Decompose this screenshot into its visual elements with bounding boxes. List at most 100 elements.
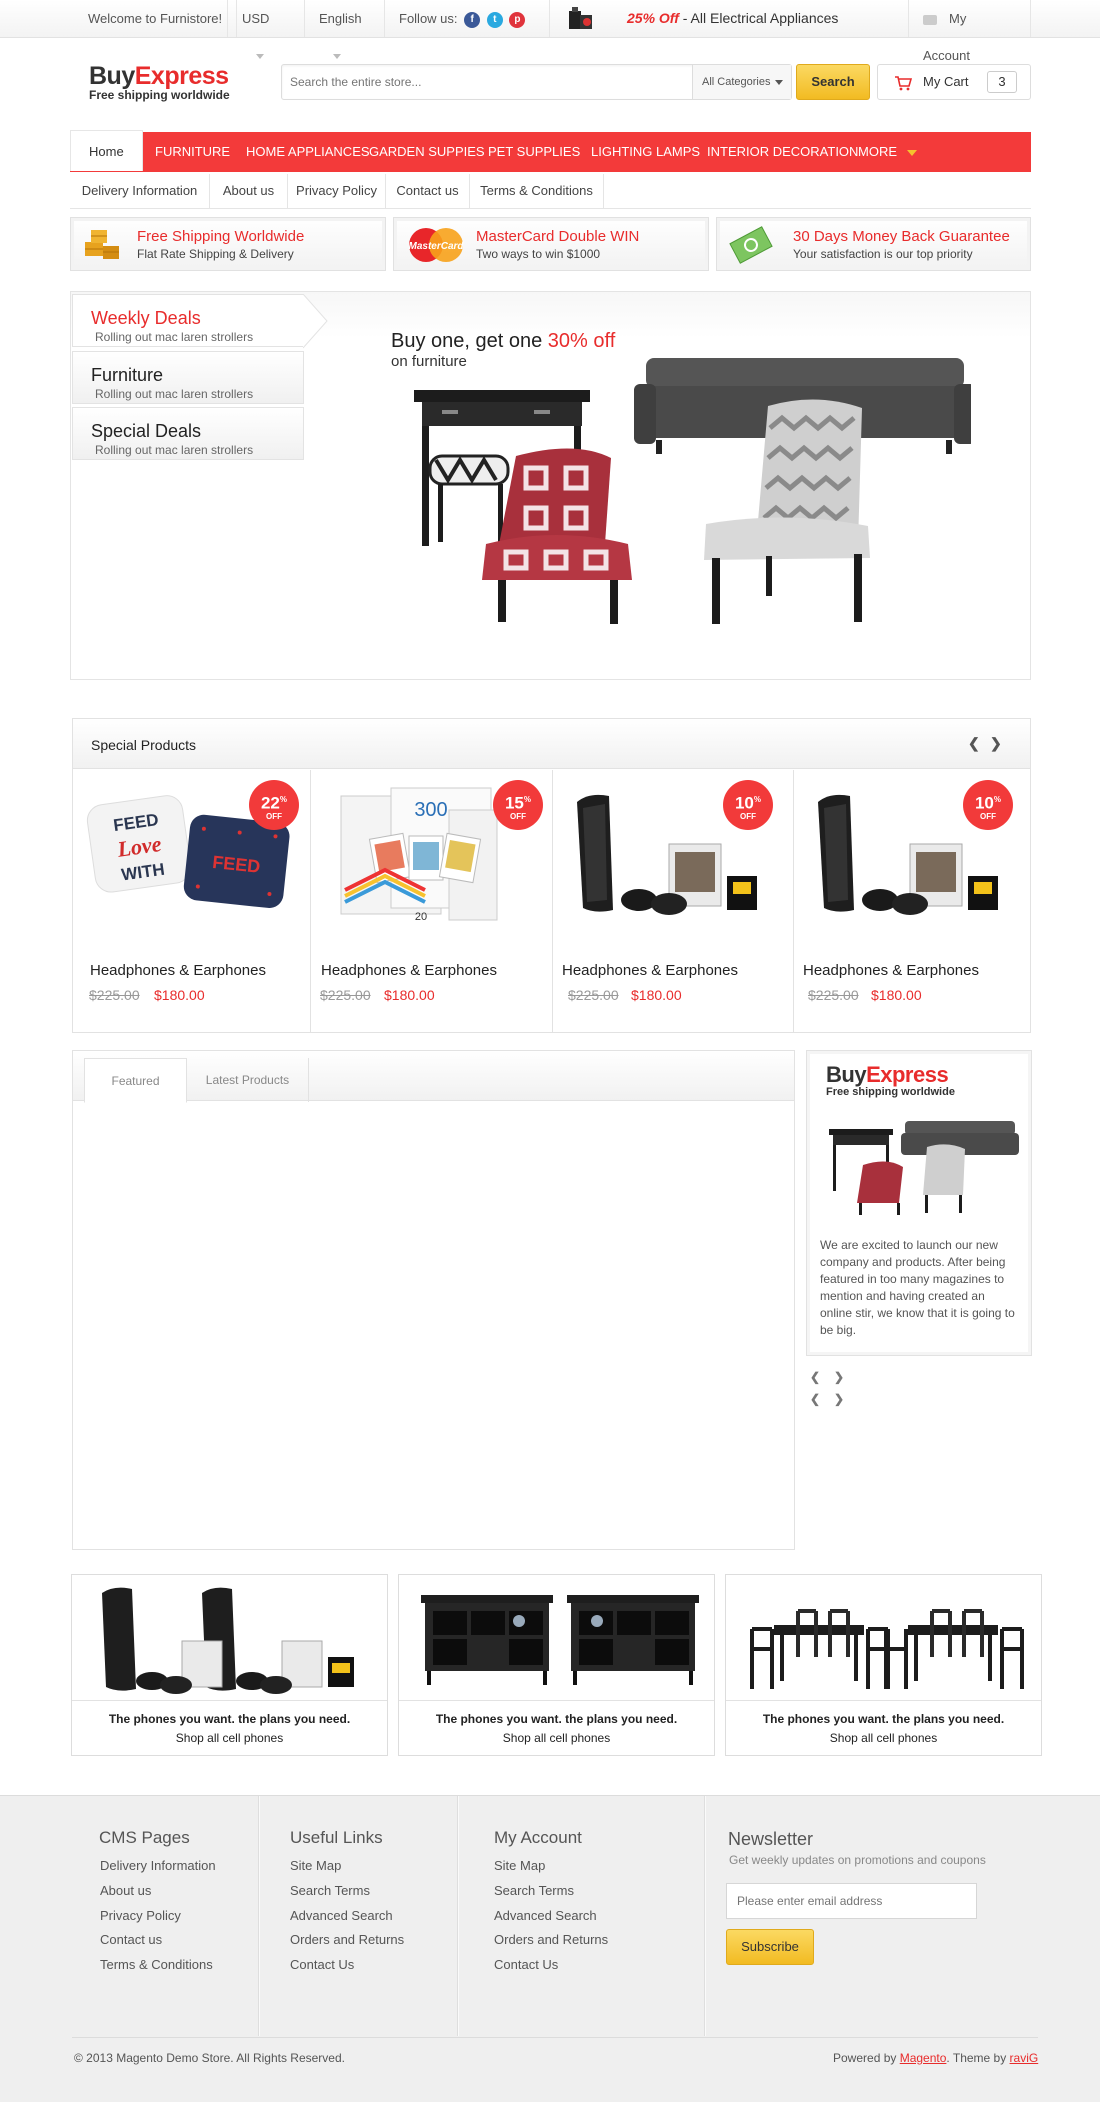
main-nav: Home FURNITURE HOME APPLIANCES GARDEN SU…	[70, 130, 1031, 172]
subnav-about[interactable]: About us	[210, 174, 288, 208]
feature-title: Free Shipping Worldwide	[137, 228, 305, 245]
promo-text[interactable]: 25% Off - All Electrical Appliances	[627, 10, 838, 26]
magento-link[interactable]: Magento	[900, 2051, 947, 2065]
logo-express: Express	[134, 62, 229, 90]
discount-badge: 22% OFF	[249, 780, 299, 830]
footer-link[interactable]: Contact Us	[494, 1957, 558, 1972]
footer-link[interactable]: Advanced Search	[494, 1908, 597, 1923]
footer-link[interactable]: Search Terms	[290, 1883, 370, 1898]
product-card[interactable]: 10% OFF Headphones & Earphones $225.00 $1…	[553, 770, 794, 1032]
tab-latest-products[interactable]: Latest Products	[187, 1058, 309, 1102]
slider-tab-title: Furniture	[91, 365, 164, 385]
currency-select[interactable]: USD	[227, 0, 305, 60]
subscribe-button[interactable]: Subscribe	[726, 1929, 814, 1965]
banner-link[interactable]: Shop all cell phones	[726, 1731, 1041, 1745]
discount-off: OFF	[510, 811, 526, 821]
widget-text: We are excited to launch our new company…	[820, 1238, 1015, 1337]
footer-link[interactable]: Site Map	[494, 1858, 545, 1873]
footer-useful-title: Useful Links	[290, 1828, 383, 1847]
facebook-icon[interactable]: f	[464, 11, 481, 28]
footer-divider	[704, 1796, 706, 2036]
author-link[interactable]: raviG	[1010, 2051, 1039, 2065]
nav-interior-decoration[interactable]: INTERIOR DECORATION	[707, 132, 858, 172]
svg-text:300: 300	[414, 799, 447, 821]
cart-label: My Cart	[923, 74, 969, 89]
logo[interactable]: BuyExpress	[89, 62, 229, 91]
discount-value: 10	[974, 793, 994, 813]
newsletter-email-input[interactable]	[726, 1883, 977, 1919]
nav-furniture[interactable]: FURNITURE	[155, 132, 230, 172]
product-card[interactable]: FEED Love WITH FEED 22% OFF Headphones & Ea…	[73, 770, 311, 1032]
prev-arrow-icon[interactable]: ❮	[810, 1392, 820, 1406]
search-button[interactable]: Search	[796, 64, 870, 100]
banner-title: The phones you want. the plans you need.	[108, 1712, 351, 1726]
pinterest-icon[interactable]: p	[509, 11, 526, 28]
footer-link[interactable]: Advanced Search	[290, 1908, 393, 1923]
banner-image	[421, 1595, 699, 1685]
next-arrow-icon[interactable]: ❯	[834, 1370, 844, 1384]
twitter-icon[interactable]: t	[486, 11, 503, 28]
nav-garden-supplies[interactable]: GARDEN SUPPIES	[369, 132, 485, 172]
subnav-delivery[interactable]: Delivery Information	[70, 174, 210, 208]
slider-tab-weekly-deals[interactable]: Weekly Deals Rolling out mac laren strol…	[72, 294, 304, 347]
slider-tab-furniture[interactable]: Furniture Rolling out mac laren stroller…	[72, 351, 304, 404]
footer-link[interactable]: Contact Us	[290, 1957, 354, 1972]
banner-link[interactable]: Shop all cell phones	[72, 1731, 387, 1745]
product-tabs-panel	[72, 1050, 795, 1550]
product-name[interactable]: Headphones & Earphones	[562, 962, 738, 979]
language-select[interactable]: English	[305, 0, 385, 60]
footer-link[interactable]: Orders and Returns	[290, 1932, 404, 1947]
product-name[interactable]: Headphones & Earphones	[803, 962, 979, 979]
product-name[interactable]: Headphones & Earphones	[90, 962, 266, 979]
promo-widget: BuyExpress Free shipping worldwide We ar…	[806, 1050, 1032, 1356]
social-links: Follow us: f t p	[385, 0, 550, 37]
next-arrow-icon[interactable]: ❯	[990, 735, 1002, 752]
subnav-privacy[interactable]: Privacy Policy	[288, 174, 386, 208]
nav-more[interactable]: MORE	[858, 132, 917, 172]
discount-percent: %	[993, 795, 1002, 804]
subnav-terms[interactable]: Terms & Conditions	[470, 174, 604, 208]
slider-tab-title: Weekly Deals	[91, 308, 201, 328]
prev-arrow-icon[interactable]: ❮	[810, 1370, 820, 1384]
account-icon	[923, 14, 937, 25]
product-card[interactable]: 300 20 15% OFF Headphones & Earphones $22…	[311, 770, 553, 1032]
promo-banner[interactable]: The phones you want. the plans you need.…	[71, 1574, 388, 1756]
search-input[interactable]	[290, 65, 690, 99]
discount-badge: 10% OFF	[723, 780, 773, 830]
footer-link[interactable]: Search Terms	[494, 1883, 574, 1898]
footer-link[interactable]: Orders and Returns	[494, 1932, 608, 1947]
widget-tagline: Free shipping worldwide	[826, 1086, 955, 1098]
product-price: $180.00	[384, 987, 435, 1003]
footer-link[interactable]: About us	[100, 1883, 151, 1898]
widget-furniture-image	[829, 1121, 1019, 1215]
category-select[interactable]: All Categories	[692, 65, 791, 99]
promo-banner[interactable]: The phones you want. the plans you need.…	[725, 1574, 1042, 1756]
tab-featured[interactable]: Featured	[84, 1058, 187, 1103]
slider-tab-special-deals[interactable]: Special Deals Rolling out mac laren stro…	[72, 407, 304, 460]
promo-desc: - All Electrical Appliances	[682, 10, 839, 26]
my-account-link[interactable]: My Account	[908, 0, 1031, 63]
product-card[interactable]: 10% OFF Headphones & Earphones $225.00 $1…	[794, 770, 1030, 1032]
money-icon	[729, 226, 773, 264]
discount-off: OFF	[740, 811, 756, 821]
nav-pet-supplies[interactable]: PET SUPPLIES	[488, 132, 580, 172]
prev-arrow-icon[interactable]: ❮	[968, 735, 980, 752]
nav-home[interactable]: Home	[70, 130, 143, 171]
promo-banner[interactable]: The phones you want. the plans you need.…	[398, 1574, 715, 1756]
banner-link[interactable]: Shop all cell phones	[399, 1731, 714, 1745]
nav-home-appliances[interactable]: HOME APPLIANCES	[246, 132, 370, 172]
footer-link[interactable]: Delivery Information	[100, 1858, 216, 1873]
footer-link[interactable]: Site Map	[290, 1858, 341, 1873]
nav-lighting-lamps[interactable]: LIGHTING LAMPS	[591, 132, 700, 172]
subnav-contact[interactable]: Contact us	[386, 174, 470, 208]
chevron-down-icon	[333, 54, 341, 60]
footer-link[interactable]: Terms & Conditions	[100, 1957, 213, 1972]
slider-tab-desc: Rolling out mac laren strollers	[95, 443, 254, 457]
cart-button[interactable]: My Cart 3	[877, 64, 1031, 100]
newsletter-desc: Get weekly updates on promotions and cou…	[729, 1853, 986, 1867]
newsletter-title: Newsletter	[728, 1829, 814, 1849]
next-arrow-icon[interactable]: ❯	[834, 1392, 844, 1406]
footer-link[interactable]: Contact us	[100, 1932, 162, 1947]
footer-link[interactable]: Privacy Policy	[100, 1908, 181, 1923]
product-name[interactable]: Headphones & Earphones	[321, 962, 497, 979]
